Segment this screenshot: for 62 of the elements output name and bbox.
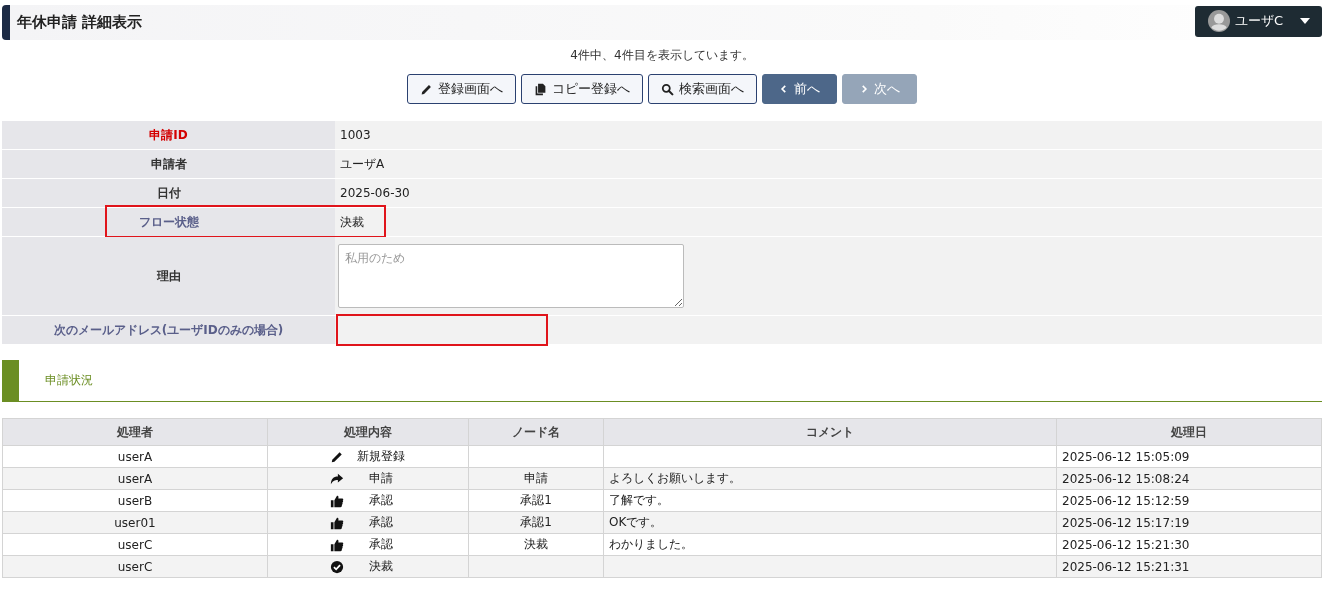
- table-cell: userC: [2, 533, 268, 556]
- table-cell: OKです。: [609, 515, 663, 529]
- table-cell-text: 決裁: [368, 558, 394, 575]
- table-cell-text: 承認: [368, 492, 394, 509]
- chevron-left-icon: [779, 84, 789, 94]
- table-cell: 決裁: [524, 537, 548, 551]
- table-cell: 2025-06-12 15:21:31: [1056, 555, 1322, 578]
- nav-button[interactable]: コピー登録へ: [521, 74, 643, 104]
- table-cell: 新規登録: [356, 448, 406, 465]
- column-header: 処理日: [1056, 418, 1322, 446]
- field-label: 理由: [2, 237, 335, 315]
- table-cell: userC: [2, 555, 268, 578]
- column-header: 処理内容: [267, 418, 469, 446]
- field-label: 申請ID: [2, 121, 335, 149]
- field-label: 日付: [2, 179, 335, 207]
- chevron-right-icon: [859, 84, 869, 94]
- field-value: 決裁: [340, 213, 364, 231]
- field-value: 1003: [340, 128, 371, 142]
- table-cell: userA: [2, 445, 268, 468]
- table-cell: userA: [2, 467, 268, 490]
- column-header: 処理者: [2, 418, 268, 446]
- table-cell-text: 承認: [368, 514, 394, 531]
- table-cell: わかりました。: [609, 537, 693, 551]
- search-icon: [661, 82, 674, 96]
- record-count-text: 4件中、4件目を表示しています。: [569, 47, 755, 63]
- check-circle-icon: [330, 559, 344, 574]
- column-header: コメント: [603, 418, 1057, 446]
- pager-button[interactable]: 前へ: [762, 74, 837, 104]
- field-value: 2025-06-30: [340, 186, 410, 200]
- table-cell: user01: [2, 511, 268, 534]
- table-cell: 了解です。: [609, 493, 669, 507]
- caret-icon: [1300, 18, 1310, 24]
- field-label: フロー状態: [2, 208, 335, 236]
- table-cell: 2025-06-12 15:21:30: [1056, 533, 1322, 556]
- nav-button[interactable]: 登録画面へ: [407, 74, 516, 104]
- copy-icon: [534, 82, 547, 96]
- table-cell: userB: [2, 489, 268, 512]
- table-cell: 2025-06-12 15:08:24: [1056, 467, 1322, 490]
- thumbs-up-icon: [330, 493, 344, 508]
- field-value: ユーザA: [340, 155, 385, 173]
- pencil-icon: [330, 449, 344, 464]
- page-title: 年休申請 詳細表示: [17, 13, 143, 32]
- field-label: 次のメールアドレス(ユーザIDのみの場合): [2, 316, 335, 344]
- field-label: 申請者: [2, 150, 335, 178]
- nav-button[interactable]: 検索画面へ: [648, 74, 757, 104]
- table-cell: 2025-06-12 15:17:19: [1056, 511, 1322, 534]
- table-cell-text: 申請: [368, 470, 394, 487]
- table-cell: 2025-06-12 15:05:09: [1056, 445, 1322, 468]
- table-cell: 申請: [524, 471, 548, 485]
- table-cell: 承認1: [520, 493, 552, 507]
- avatar-icon: [1207, 10, 1230, 32]
- thumbs-up-icon: [330, 515, 344, 530]
- table-cell-text: 承認: [368, 536, 394, 553]
- share-arrow-icon: [330, 471, 344, 486]
- table-cell: よろしくお願いします。: [609, 471, 741, 485]
- reason-textarea[interactable]: 私用のため: [338, 244, 684, 308]
- table-cell: 2025-06-12 15:12:59: [1056, 489, 1322, 512]
- user-menu-button[interactable]: ユーザC: [1194, 5, 1322, 37]
- section-title: 申請状況: [45, 372, 93, 389]
- table-cell: 承認1: [520, 515, 552, 529]
- thumbs-up-icon: [330, 537, 344, 552]
- column-header: ノード名: [468, 418, 604, 446]
